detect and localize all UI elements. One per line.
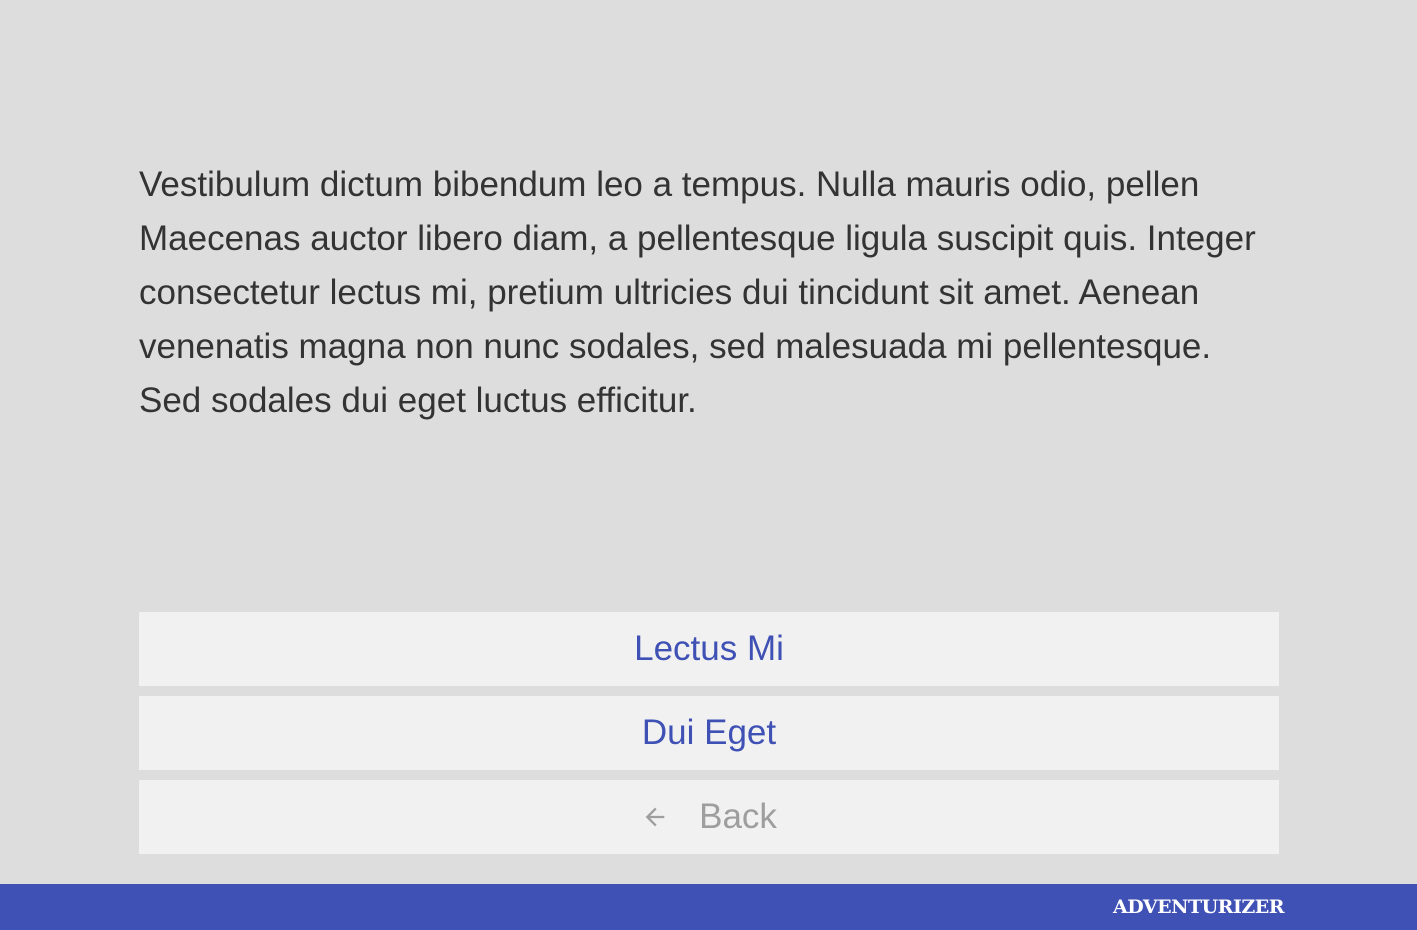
choice-list: Lectus Mi Dui Eget Back xyxy=(139,612,1279,864)
footer-bar: ADVENTURIZER xyxy=(0,884,1417,930)
page: Vestibulum dictum bibendum leo a tempus.… xyxy=(0,0,1417,930)
back-label: Back xyxy=(699,797,777,836)
choice-button-dui-eget[interactable]: Dui Eget xyxy=(139,696,1279,770)
choice-label: Dui Eget xyxy=(641,713,777,752)
choice-label: Lectus Mi xyxy=(634,629,784,668)
choice-button-lectus-mi[interactable]: Lectus Mi xyxy=(139,612,1279,686)
back-button[interactable]: Back xyxy=(139,780,1279,854)
story-text: Vestibulum dictum bibendum leo a tempus.… xyxy=(139,165,1256,420)
arrow-left-icon xyxy=(641,803,669,831)
adventurizer-logo[interactable]: ADVENTURIZER xyxy=(1113,897,1285,917)
